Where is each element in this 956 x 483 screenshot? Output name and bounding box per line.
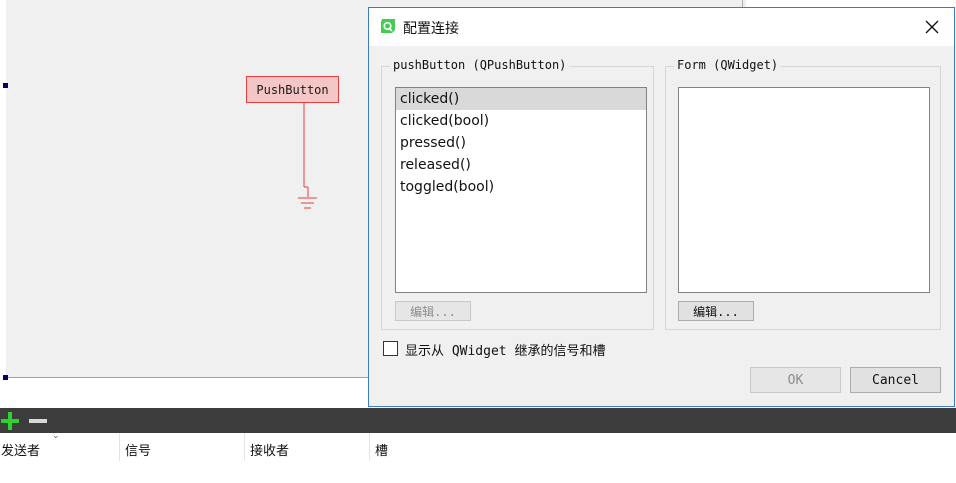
signal-item[interactable]: clicked() <box>396 88 646 110</box>
sort-indicator-icon: ⌄ <box>52 431 60 441</box>
show-inherited-label[interactable]: 显示从 QWidget 继承的信号和槽 <box>405 340 605 359</box>
qt-designer-screen: PushButton 发送者 ⌄ 信号 接收者 槽 配置连接 pushButto… <box>0 0 956 483</box>
column-receiver[interactable]: 接收者 <box>249 433 370 461</box>
qt-creator-icon <box>381 19 395 33</box>
column-sender-label: 发送者 <box>1 444 41 459</box>
column-sender[interactable]: 发送者 ⌄ <box>0 431 120 461</box>
edit-slots-button[interactable]: 编辑... <box>678 301 754 321</box>
canvas-edge <box>6 377 370 378</box>
signal-item[interactable]: pressed() <box>396 132 646 154</box>
push-button-widget[interactable]: PushButton <box>246 76 339 103</box>
show-inherited-checkbox[interactable] <box>383 341 398 356</box>
dialog-title: 配置连接 <box>403 21 459 37</box>
resize-handle-left[interactable] <box>3 83 8 88</box>
column-signal-label: 信号 <box>125 444 152 459</box>
configure-connection-dialog: 配置连接 pushButton (QPushButton) clicked() … <box>368 7 955 407</box>
column-receiver-label: 接收者 <box>250 444 290 459</box>
cancel-button[interactable]: Cancel <box>850 367 941 393</box>
signal-item[interactable]: released() <box>396 154 646 176</box>
connection-wire <box>298 103 317 209</box>
minus-icon[interactable] <box>28 411 48 431</box>
close-button[interactable] <box>910 8 954 46</box>
receiver-group-label: Form (QWidget) <box>674 58 782 72</box>
connections-table-header: 发送者 ⌄ 信号 接收者 槽 <box>0 431 956 461</box>
slot-list[interactable] <box>678 87 930 293</box>
column-signal[interactable]: 信号 <box>124 433 245 461</box>
column-slot[interactable]: 槽 <box>374 433 956 461</box>
signal-list[interactable]: clicked() clicked(bool) pressed() releas… <box>395 87 647 293</box>
close-icon <box>925 20 939 34</box>
receiver-slots-group: Form (QWidget) 编辑... <box>665 58 941 330</box>
signal-item[interactable]: toggled(bool) <box>396 176 646 198</box>
sender-group-label: pushButton (QPushButton) <box>390 58 570 72</box>
sender-signals-group: pushButton (QPushButton) clicked() click… <box>381 58 654 330</box>
column-slot-label: 槽 <box>375 444 389 459</box>
ok-button[interactable]: OK <box>750 367 841 393</box>
dialog-titlebar[interactable]: 配置连接 <box>369 8 954 46</box>
signal-slot-toolbar <box>0 408 956 433</box>
resize-handle-bottom-left[interactable] <box>3 375 8 380</box>
edit-signals-button[interactable]: 编辑... <box>395 301 471 321</box>
plus-icon[interactable] <box>0 411 20 431</box>
signal-item[interactable]: clicked(bool) <box>396 110 646 132</box>
